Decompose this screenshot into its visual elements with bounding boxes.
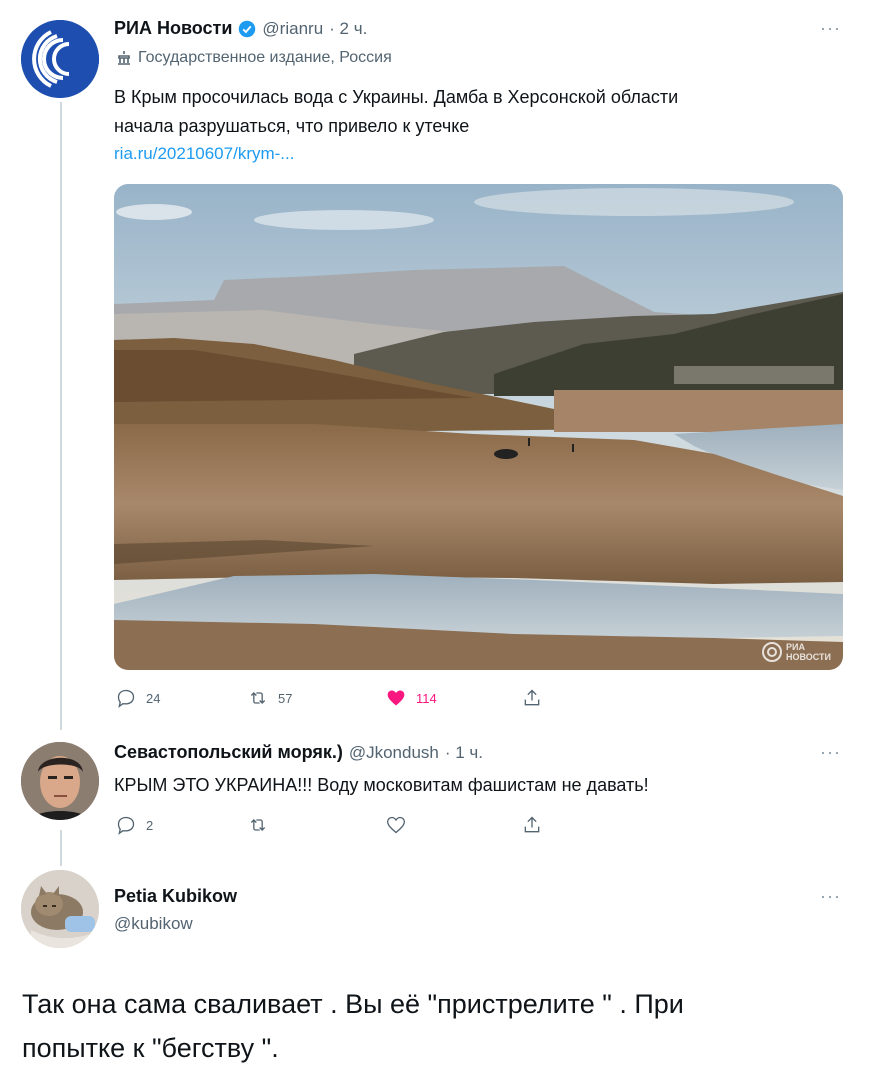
tweet2-text: КРЫМ ЭТО УКРАИНА!!! Воду московитам фаши… xyxy=(114,775,649,795)
reservoir-landscape-photo xyxy=(114,184,843,670)
tweet1-retweet-count: 57 xyxy=(278,690,293,706)
tweet2-reply-count: 2 xyxy=(146,817,154,833)
cat-photo-icon xyxy=(21,870,99,948)
tweet2-share-button[interactable] xyxy=(522,815,542,835)
heart-outline-icon xyxy=(386,816,406,834)
state-media-icon xyxy=(118,51,130,65)
tweet2-like-button[interactable] xyxy=(386,815,406,835)
tweet1-like-button[interactable]: 114 xyxy=(386,688,437,708)
tweet2-header: Севастопольский моряк.) @Jkondush · 1 ч. xyxy=(114,742,483,763)
share-icon xyxy=(524,689,540,706)
tweet1-reply-count: 24 xyxy=(146,690,161,706)
tweet2-reply-button[interactable]: 2 xyxy=(116,815,153,835)
tweet1-reply-button[interactable]: 24 xyxy=(116,688,160,708)
tweet2-handle[interactable]: @Jkondush xyxy=(349,743,439,763)
ria-avatar[interactable] xyxy=(21,20,99,98)
share-icon xyxy=(524,816,540,833)
tweet2-retweet-button[interactable] xyxy=(248,815,268,835)
kubikow-avatar[interactable] xyxy=(21,870,99,948)
thread-line-bottom xyxy=(60,830,62,866)
tweet1-more-button[interactable]: ··· xyxy=(820,18,841,39)
ria-watermark: РИА НОВОСТИ xyxy=(761,642,831,662)
tweet3-author-name[interactable]: Petia Kubikow xyxy=(114,886,237,907)
tweet1-handle[interactable]: @rianru xyxy=(262,19,323,39)
heart-filled-icon xyxy=(387,690,405,706)
tweet1-text-line1: В Крым просочилась вода с Украины. Дамба… xyxy=(114,87,679,107)
jkondush-avatar[interactable] xyxy=(21,742,99,820)
tweet1-share-button[interactable] xyxy=(522,688,542,708)
ria-logo-icon xyxy=(21,20,99,98)
ria-watermark-icon xyxy=(761,642,782,662)
tweet1-media-image[interactable]: РИА НОВОСТИ xyxy=(114,184,843,670)
tweet1-retweet-button[interactable]: 57 xyxy=(248,688,292,708)
tweet1-text-line2: начала разрушаться, что привело к утечке xyxy=(114,116,470,136)
tweet3-more-button[interactable]: ··· xyxy=(820,886,841,907)
tweet2-more-button[interactable]: ··· xyxy=(820,742,841,763)
tweet1-header: РИА Новости @rianru · 2 ч. xyxy=(114,18,367,39)
tweet3-text-line2: попытке к "бегству ". xyxy=(22,1033,279,1063)
tweet3-text-line1: Так она сама сваливает . Вы её "пристрел… xyxy=(22,989,684,1019)
tweet1-like-count: 114 xyxy=(416,690,437,706)
reply-icon xyxy=(117,816,135,835)
state-media-label: Государственное издание, Россия xyxy=(116,49,392,67)
man-portrait-icon xyxy=(21,742,99,820)
ria-watermark-text: РИА НОВОСТИ xyxy=(785,642,831,662)
reply-icon xyxy=(117,689,135,708)
thread-line-top xyxy=(60,102,62,730)
tweet1-time[interactable]: · 2 ч. xyxy=(329,19,367,39)
retweet-icon xyxy=(250,692,266,704)
tweet2-time[interactable]: · 1 ч. xyxy=(445,743,483,763)
tweet1-author-name[interactable]: РИА Новости xyxy=(114,18,232,39)
retweet-icon xyxy=(250,819,266,831)
state-media-label-text: Государственное издание, Россия xyxy=(138,49,392,66)
tweet3-handle[interactable]: @kubikow xyxy=(114,914,193,934)
tweet1-link[interactable]: ria.ru/20210607/krym-... xyxy=(114,144,294,164)
tweet2-author-name[interactable]: Севастопольский моряк.) xyxy=(114,742,343,763)
verified-badge-icon xyxy=(239,20,256,37)
